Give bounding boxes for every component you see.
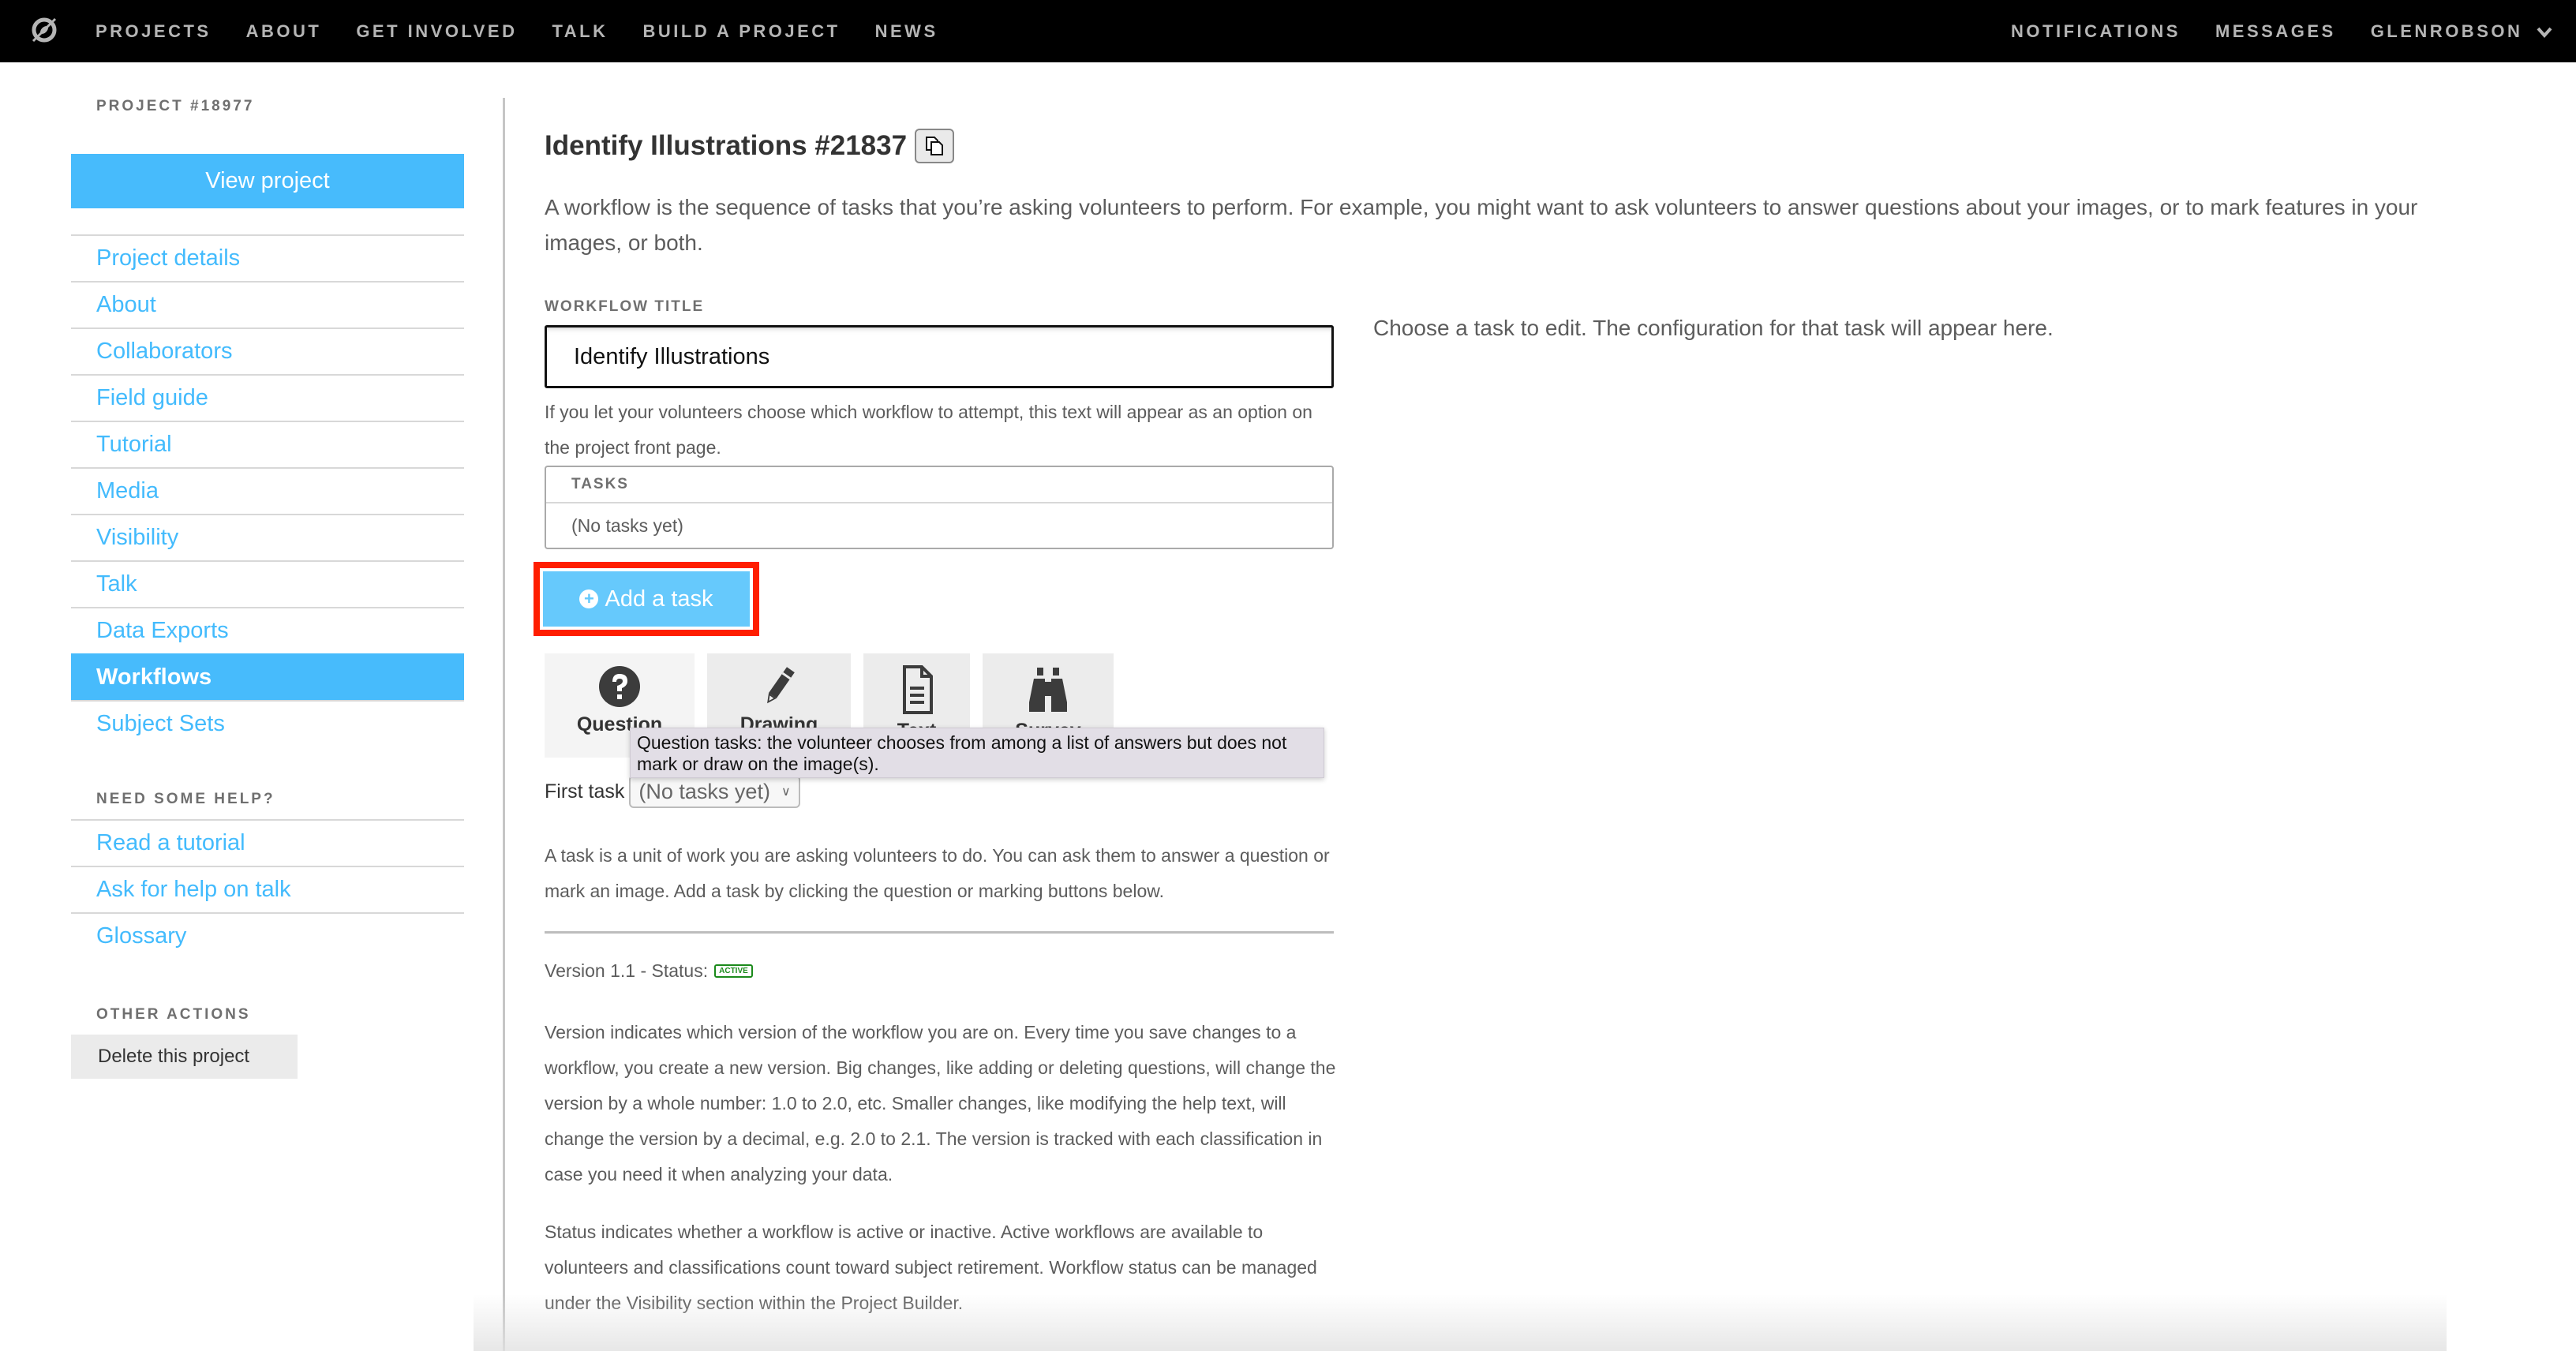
task-type-buttons: Question Drawing Question tasks: the vol… (545, 653, 1334, 778)
zooniverse-logo-icon[interactable] (28, 14, 60, 46)
sidebar-item-subject-sets[interactable]: Subject Sets (71, 700, 464, 747)
help-item-read-tutorial[interactable]: Read a tutorial (71, 819, 464, 866)
plus-circle-icon: + (579, 589, 599, 608)
sidebar-item-workflows[interactable]: Workflows (71, 653, 464, 700)
chevron-down-icon (2537, 27, 2552, 38)
workflow-editor: Identify Illustrations #21837 A workflow… (534, 126, 2518, 1313)
copy-workflow-id-button[interactable] (915, 129, 955, 163)
workflow-settings-column: WORKFLOW TITLE If you let your volunteer… (534, 298, 1335, 1321)
project-nav-list: Project details About Collaborators Fiel… (71, 234, 464, 747)
sidebar-item-talk[interactable]: Talk (71, 560, 464, 607)
nav-notifications[interactable]: NOTIFICATIONS (2011, 21, 2181, 42)
binoculars-icon (1029, 668, 1067, 712)
view-project-button[interactable]: View project (71, 154, 464, 208)
first-task-select[interactable]: (No tasks yet) ∨ (629, 775, 800, 808)
nav-get-involved[interactable]: GET INVOLVED (356, 21, 517, 42)
help-item-ask-on-talk[interactable]: Ask for help on talk (71, 866, 464, 912)
nav-news[interactable]: NEWS (875, 21, 938, 42)
user-menu[interactable]: GLENROBSON (2371, 21, 2552, 42)
project-number-heading: PROJECT #18977 (96, 98, 255, 114)
copy-icon (926, 137, 944, 155)
version-explanation: Version indicates which version of the w… (545, 1022, 1336, 1184)
status-badge: ACTIVE (714, 964, 753, 978)
question-circle-icon (599, 666, 640, 707)
add-task-label: Add a task (605, 586, 713, 612)
workflow-title-hint: If you let your volunteers choose which … (545, 402, 1312, 458)
help-heading: NEED SOME HELP? (96, 791, 275, 807)
other-actions-heading: OTHER ACTIONS (96, 1006, 251, 1023)
nav-talk[interactable]: TALK (552, 21, 608, 42)
top-navigation: PROJECTS ABOUT GET INVOLVED TALK BUILD A… (0, 0, 2576, 62)
project-sidebar: PROJECT #18977 View project Project deta… (71, 98, 464, 1079)
question-task-tooltip: Question tasks: the volunteer chooses fr… (630, 728, 1324, 778)
nav-build-a-project[interactable]: BUILD A PROJECT (643, 21, 841, 42)
username: GLENROBSON (2370, 21, 2523, 41)
tasks-empty-text: (No tasks yet) (571, 515, 683, 536)
document-icon (902, 665, 933, 714)
status-explanation: Status indicates whether a workflow is a… (545, 1222, 1317, 1313)
first-task-label: First task (545, 780, 625, 803)
task-config-panel: Choose a task to edit. The configuration… (1373, 316, 2054, 340)
first-task-row: First task (No tasks yet) ∨ (545, 775, 1334, 808)
nav-projects[interactable]: PROJECTS (95, 21, 212, 42)
section-divider (545, 931, 1334, 934)
add-task-button[interactable]: + Add a task (543, 571, 750, 627)
page-title: Identify Illustrations #21837 (545, 130, 908, 161)
sidebar-item-tutorial[interactable]: Tutorial (71, 421, 464, 467)
nav-messages[interactable]: MESSAGES (2215, 21, 2336, 42)
sidebar-item-data-exports[interactable]: Data Exports (71, 607, 464, 653)
sidebar-item-collaborators[interactable]: Collaborators (71, 327, 464, 374)
delete-project-button[interactable]: Delete this project (71, 1035, 298, 1079)
first-task-value: (No tasks yet) (638, 779, 770, 803)
tasks-label: TASKS (571, 476, 629, 492)
tasks-list: TASKS (No tasks yet) (545, 466, 1334, 549)
workflow-intro-text: A workflow is the sequence of tasks that… (545, 195, 2418, 255)
sidebar-item-field-guide[interactable]: Field guide (71, 374, 464, 421)
workflow-title-label: WORKFLOW TITLE (545, 298, 705, 315)
nav-about[interactable]: ABOUT (246, 21, 322, 42)
sidebar-item-project-details[interactable]: Project details (71, 234, 464, 281)
sidebar-item-about[interactable]: About (71, 281, 464, 327)
version-label: Version 1.1 - Status: (545, 960, 709, 981)
sidebar-divider (503, 98, 505, 1351)
workflow-heading: Identify Illustrations #21837 (545, 126, 2518, 166)
help-item-glossary[interactable]: Glossary (71, 912, 464, 959)
task-explanation: A task is a unit of work you are asking … (545, 845, 1330, 901)
sidebar-item-media[interactable]: Media (71, 467, 464, 514)
version-row: Version 1.1 - Status: ACTIVE (545, 960, 1334, 982)
help-nav-list: Read a tutorial Ask for help on talk Glo… (71, 819, 464, 959)
chevron-down-icon: ∨ (781, 785, 791, 799)
add-task-highlight: + Add a task (534, 562, 759, 636)
workflow-title-input[interactable] (545, 325, 1334, 388)
sidebar-item-visibility[interactable]: Visibility (71, 514, 464, 560)
pencil-icon (767, 667, 795, 704)
